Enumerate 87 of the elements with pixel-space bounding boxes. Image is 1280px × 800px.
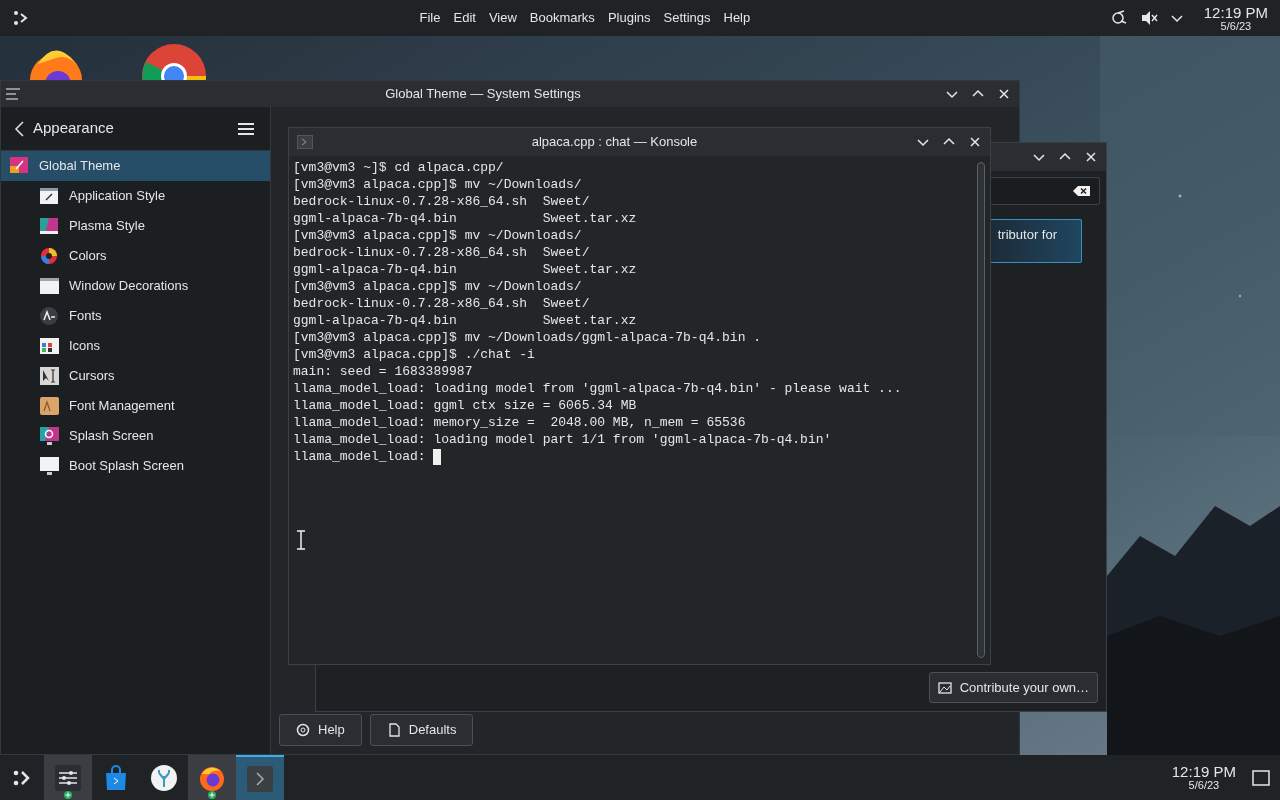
- scrollbar[interactable]: [977, 162, 985, 658]
- terminal-line: [vm3@vm3 alpaca.cpp]$ mv ~/Downloads/: [293, 176, 582, 193]
- back-icon[interactable]: [13, 119, 25, 138]
- close-icon[interactable]: [1084, 150, 1098, 164]
- monitor-icon: [39, 456, 60, 476]
- sliders-icon: [55, 764, 81, 791]
- terminal-line: ggml-alpaca-7b-q4.bin Sweet.tar.xz: [293, 261, 637, 278]
- sidebar-item[interactable]: Boot Splash Screen: [1, 451, 270, 481]
- fox-icon: [199, 764, 225, 791]
- coral-icon: [151, 764, 177, 791]
- color-wheel-icon: [39, 246, 60, 266]
- close-icon[interactable]: [997, 87, 1011, 101]
- window-title: alpaca.cpp : chat — Konsole: [530, 133, 699, 152]
- menu-icon[interactable]: [238, 121, 254, 136]
- search-field[interactable]: [990, 177, 1100, 205]
- terminal-line: [vm3@vm3 ~]$ cd alpaca.cpp/: [293, 159, 504, 176]
- sidebar-item[interactable]: Icons: [1, 331, 270, 361]
- lifebuoy-icon: [296, 723, 310, 737]
- theme-card[interactable]: tributor for: [990, 219, 1082, 263]
- menu-item[interactable]: View: [488, 8, 517, 28]
- plus-badge-icon: [64, 791, 72, 799]
- cursor-icon: [39, 366, 60, 386]
- sidebar-header: Appearance: [33, 118, 115, 139]
- menu-item[interactable]: Plugins: [607, 8, 651, 28]
- sidebar-item[interactable]: Splash Screen: [1, 421, 270, 451]
- sidebar-item[interactable]: Colors: [1, 241, 270, 271]
- menu-item[interactable]: Settings: [663, 8, 711, 28]
- terminal-line: ggml-alpaca-7b-q4.bin Sweet.tar.xz: [293, 312, 637, 329]
- sidebar-item[interactable]: Font Management: [1, 391, 270, 421]
- terminal-line: [vm3@vm3 alpaca.cpp]$ mv ~/Downloads/: [293, 227, 582, 244]
- font-file-icon: [39, 396, 60, 416]
- text-cursor-icon: [296, 530, 306, 550]
- terminal-line: main: seed = 1683389987: [293, 363, 473, 380]
- menu-item[interactable]: Edit: [453, 8, 476, 28]
- window-icon: [39, 276, 60, 296]
- shopping-bag-icon: [103, 764, 129, 791]
- sidebar-item[interactable]: Window Decorations: [1, 271, 270, 301]
- card-text: tributor for: [997, 226, 1057, 244]
- terminal-line: [vm3@vm3 alpaca.cpp]$ ./chat -i: [293, 346, 535, 363]
- sidebar-item[interactable]: Plasma Style: [1, 211, 270, 241]
- terminal-cursor: [433, 448, 442, 465]
- menu-item[interactable]: File: [419, 8, 441, 28]
- terminal-line: [vm3@vm3 alpaca.cpp]$ mv ~/Downloads/ggml-alpaca-7b-q4.bin .: [293, 329, 762, 346]
- clock-date: 5/6/23: [1188, 780, 1220, 791]
- clock-date: 5/6/23: [1220, 20, 1252, 32]
- terminal-line: llama_model_load: memory_size = 2048.00 MB, n_mem = 65536: [293, 414, 746, 431]
- menu-item[interactable]: Bookmarks: [529, 8, 595, 28]
- terminal-line: ggml-alpaca-7b-q4.bin Sweet.tar.xz: [293, 210, 637, 227]
- document-icon: [386, 723, 401, 737]
- task-button[interactable]: [44, 755, 92, 800]
- theme-icon: [9, 156, 30, 176]
- terminal-line: bedrock-linux-0.7.28-x86_64.sh Sweet/: [293, 295, 590, 312]
- plus-badge-icon: [208, 791, 216, 799]
- palette-icon: [39, 216, 60, 236]
- clock[interactable]: 12:19 PM 5/6/23: [1171, 764, 1236, 791]
- sidebar-item[interactable]: Cursors: [1, 361, 270, 391]
- show-desktop-icon[interactable]: [1252, 769, 1270, 786]
- launcher-icon[interactable]: [12, 9, 30, 27]
- clock-time: 12:19 PM: [1203, 4, 1268, 20]
- terminal-line: llama_model_load: loading model from 'ggml-alpaca-7b-q4.bin' - please wait ...: [293, 380, 902, 397]
- menu-item[interactable]: Help: [723, 8, 751, 28]
- clock-time: 12:19 PM: [1171, 764, 1236, 779]
- icon-grid-icon: [39, 336, 60, 356]
- sidebar-item[interactable]: Global Theme: [1, 151, 270, 181]
- clock[interactable]: 12:19 PM 5/6/23: [1203, 4, 1268, 32]
- window-title: Global Theme — System Settings: [384, 85, 582, 104]
- monitor-icon: [39, 426, 60, 446]
- sidebar-item[interactable]: Application Style: [1, 181, 270, 211]
- defaults-button[interactable]: Defaults: [369, 714, 474, 746]
- help-button[interactable]: Help: [279, 714, 362, 746]
- contribute-button[interactable]: Contribute your own…: [928, 672, 1098, 703]
- terminal-line: bedrock-linux-0.7.28-x86_64.sh Sweet/: [293, 244, 590, 261]
- terminal-line: llama_model_load: ggml ctx size = 6065.34 MB: [293, 397, 637, 414]
- terminal-line: [vm3@vm3 alpaca.cpp]$ mv ~/Downloads/: [293, 278, 582, 295]
- terminal-line: llama_model_load: loading model part 1/1 from 'ggml-alpaca-7b-q4.bin': [293, 431, 832, 448]
- app-menu-icon[interactable]: [5, 86, 21, 102]
- font-icon: [39, 306, 60, 326]
- terminal-icon: [247, 765, 273, 792]
- close-icon[interactable]: [968, 135, 982, 149]
- terminal-line: llama_model_load:: [293, 448, 427, 465]
- muted-speaker-icon[interactable]: [1139, 9, 1158, 27]
- image-icon: [937, 680, 952, 695]
- brush-icon: [39, 186, 60, 206]
- terminal-line: bedrock-linux-0.7.28-x86_64.sh Sweet/: [293, 193, 590, 210]
- sidebar-item[interactable]: Fonts: [1, 301, 270, 331]
- task-button[interactable]: [188, 755, 236, 800]
- clear-icon[interactable]: [1073, 185, 1091, 197]
